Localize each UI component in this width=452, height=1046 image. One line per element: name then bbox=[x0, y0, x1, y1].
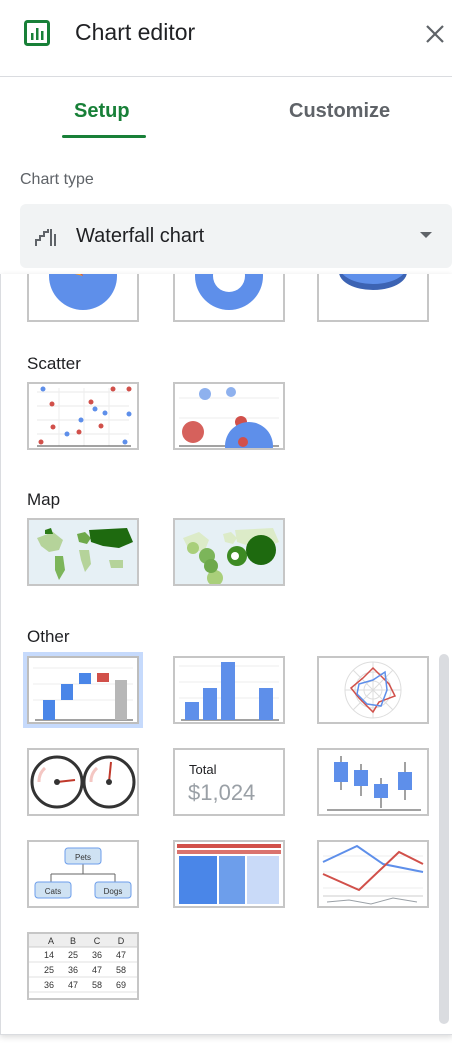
donut-chart-option[interactable] bbox=[173, 274, 285, 322]
histogram-chart-option[interactable] bbox=[173, 656, 285, 724]
org-root-label: Pets bbox=[75, 853, 91, 862]
geo-chart-option[interactable] bbox=[27, 518, 139, 586]
org-left-label: Cats bbox=[45, 887, 61, 896]
scorecard-chart-option[interactable]: Total $1,024 bbox=[173, 748, 285, 816]
geo-bubble-chart-option[interactable] bbox=[173, 518, 285, 586]
radar-chart-option[interactable] bbox=[317, 656, 429, 724]
table-chart-option[interactable]: A B C D 14 25 36 47 25 36 47 58 36 47 58… bbox=[27, 932, 139, 1000]
waterfall-chart-option[interactable] bbox=[23, 652, 143, 728]
table-cell: 47 bbox=[116, 950, 126, 960]
pie-chart-option[interactable] bbox=[27, 274, 139, 322]
scorecard-label: Total bbox=[189, 762, 217, 777]
scatter-chart-option[interactable] bbox=[27, 382, 139, 450]
table-header-cell: C bbox=[94, 936, 101, 946]
chart-type-select[interactable]: Waterfall chart bbox=[20, 204, 452, 268]
table-cell: 25 bbox=[44, 965, 54, 975]
editor-title: Chart editor bbox=[75, 19, 196, 45]
chart-type-label: Chart type bbox=[20, 171, 94, 188]
tab-setup[interactable]: Setup bbox=[74, 100, 130, 123]
table-cell: 58 bbox=[116, 965, 126, 975]
table-header-cell: D bbox=[118, 936, 125, 946]
timeline-chart-option[interactable] bbox=[317, 840, 429, 908]
org-right-label: Dogs bbox=[104, 887, 123, 896]
table-cell: 47 bbox=[68, 980, 78, 990]
chart-icon bbox=[24, 20, 50, 46]
close-icon[interactable] bbox=[423, 22, 447, 46]
scorecard-value: $1,024 bbox=[188, 780, 256, 805]
chart-type-value: Waterfall chart bbox=[76, 225, 205, 247]
chevron-down-icon bbox=[420, 232, 432, 238]
treemap-chart-option[interactable] bbox=[173, 840, 285, 908]
chart-type-menu[interactable]: Scatter Map Other Total $1,024 Pets Cats… bbox=[0, 274, 452, 1035]
table-cell: 69 bbox=[116, 980, 126, 990]
group-other-label: Other bbox=[27, 627, 70, 646]
group-scatter-label: Scatter bbox=[27, 354, 81, 373]
table-cell: 36 bbox=[92, 950, 102, 960]
tab-customize[interactable]: Customize bbox=[289, 100, 390, 123]
menu-scrollbar[interactable] bbox=[439, 654, 449, 1024]
table-header-cell: A bbox=[48, 936, 54, 946]
table-cell: 47 bbox=[92, 965, 102, 975]
table-cell: 36 bbox=[68, 965, 78, 975]
group-map-label: Map bbox=[27, 490, 61, 509]
active-tab-indicator bbox=[62, 135, 146, 138]
org-chart-option[interactable]: Pets Cats Dogs bbox=[27, 840, 139, 908]
table-cell: 58 bbox=[92, 980, 102, 990]
table-cell: 25 bbox=[68, 950, 78, 960]
editor-header: Chart editor bbox=[0, 0, 452, 77]
candlestick-chart-option[interactable] bbox=[317, 748, 429, 816]
3d-pie-chart-option[interactable] bbox=[317, 274, 429, 322]
tab-bar: Setup Customize bbox=[0, 76, 452, 140]
bubble-chart-option[interactable] bbox=[173, 382, 285, 450]
gauge-chart-option[interactable] bbox=[27, 748, 139, 816]
waterfall-icon bbox=[35, 229, 56, 246]
table-cell: 36 bbox=[44, 980, 54, 990]
table-cell: 14 bbox=[44, 950, 54, 960]
table-header-cell: B bbox=[70, 936, 76, 946]
